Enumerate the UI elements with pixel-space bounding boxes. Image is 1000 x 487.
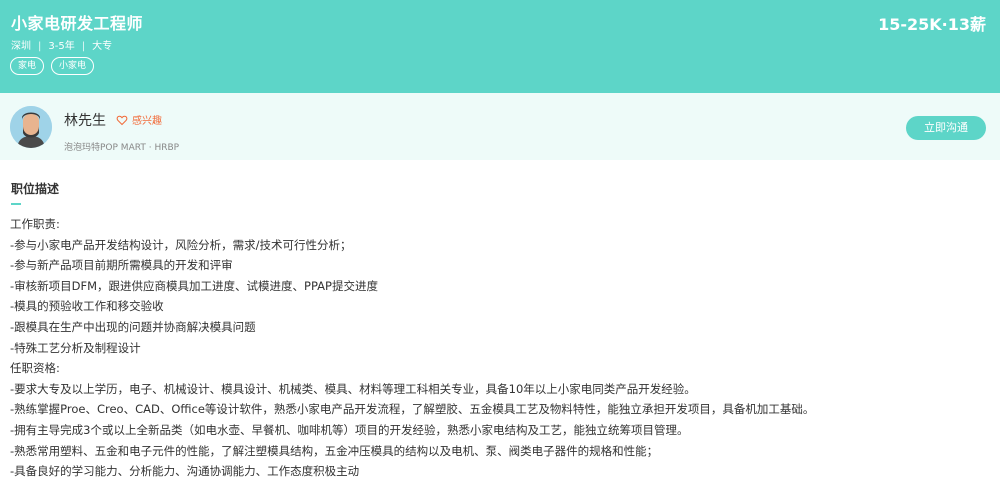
recruiter-name: 林先生 <box>64 113 106 129</box>
description-line: -熟练掌握Proe、Creo、CAD、Office等设计软件，熟悉小家电产品开发… <box>10 402 815 417</box>
recruiter-card: 林先生 感兴趣 泡泡玛特POP MART · HRBP 立即沟通 <box>0 93 1000 160</box>
avatar-icon[interactable] <box>10 106 52 148</box>
description-line: -拥有主导完成3个或以上全新品类（如电水壶、早餐机、咖啡机等）项目的开发经验，熟… <box>10 422 689 437</box>
job-tag[interactable]: 小家电 <box>51 57 95 75</box>
description-line: -要求大专及以上学历，电子、机械设计、模具设计、机械类、模具、材料等理工科相关专… <box>10 381 696 396</box>
description-line: -具备良好的学习能力、分析能力、沟通协调能力、工作态度积极主动 <box>10 464 360 479</box>
description-line: -跟模具在生产中出现的问题并协商解决模具问题 <box>10 319 256 334</box>
description-line: -特殊工艺分析及制程设计 <box>10 340 141 355</box>
heart-icon <box>116 115 128 125</box>
meta-separator: | <box>81 41 86 52</box>
description-line: 任职资格: <box>10 361 60 376</box>
description-line: -审核新项目DFM，跟进供应商模具加工进度、试模进度、PPAP提交进度 <box>10 278 378 293</box>
description-line: -模具的预验收工作和移交验收 <box>10 299 164 314</box>
description-line: -参与新产品项目前期所需模具的开发和评审 <box>10 258 233 273</box>
chat-now-button[interactable]: 立即沟通 <box>906 116 986 140</box>
description-body: 工作职责: -参与小家电产品开发结构设计，风险分析，需求/技术可行性分析； -参… <box>10 214 990 482</box>
description-line: 工作职责: <box>10 217 60 231</box>
meta-separator: | <box>38 41 42 52</box>
job-education: 大专 <box>92 41 113 52</box>
job-header: 小家电研发工程师 15-25K·13薪 深圳 | 3-5年 | 大专 家电 小家电 <box>0 0 1000 93</box>
recruiter-company: 泡泡玛特POP MART · HRBP <box>64 140 179 153</box>
job-city: 深圳 <box>11 41 31 52</box>
interest-label: 感兴趣 <box>132 116 162 127</box>
description-line: -熟悉常用塑料、五金和电子元件的性能，了解注塑模具结构，五金冲压模具的结构以及电… <box>10 443 659 458</box>
heading-underline <box>11 203 21 205</box>
interest-toggle[interactable]: 感兴趣 <box>116 112 162 127</box>
job-tag[interactable]: 家电 <box>10 57 45 75</box>
job-meta: 深圳 | 3-5年 | 大专 <box>11 37 112 52</box>
recruiter-role: HRBP <box>154 143 180 153</box>
job-experience: 3-5年 <box>48 41 75 52</box>
job-title: 小家电研发工程师 <box>11 14 144 33</box>
description-line: -参与小家电产品开发结构设计，风险分析，需求/技术可行性分析； <box>10 237 352 252</box>
company-name: 泡泡玛特POP MART <box>64 143 146 153</box>
salary: 15-25K·13薪 <box>878 15 986 34</box>
role-separator: · <box>148 143 152 153</box>
description-heading: 职位描述 <box>11 182 60 196</box>
job-tags: 家电 小家电 <box>10 57 95 75</box>
